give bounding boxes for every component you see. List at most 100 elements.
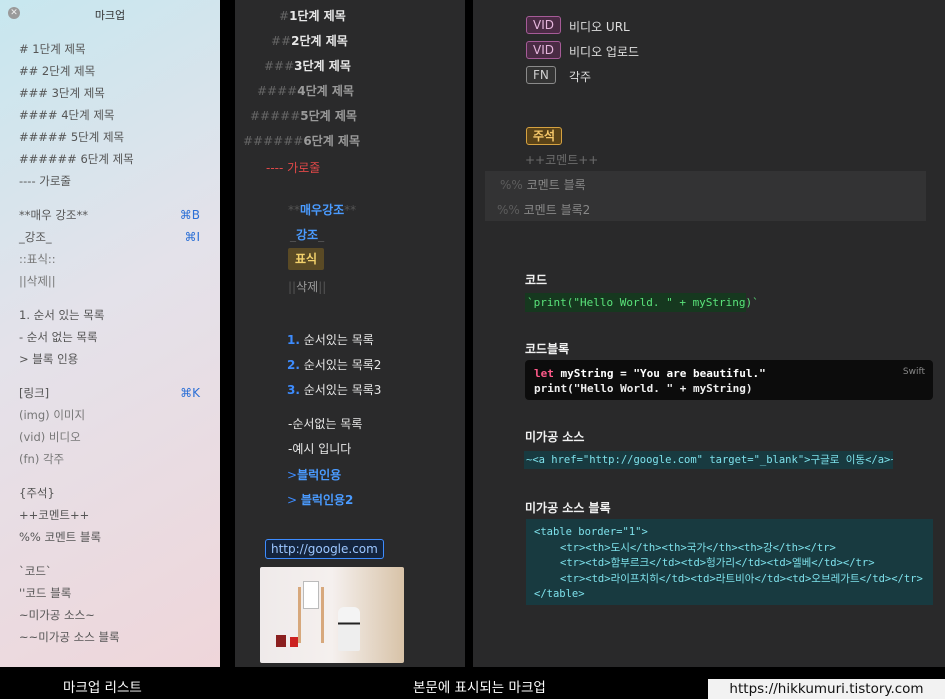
heading-text: 2단계 제목 <box>291 34 348 48</box>
sidebar-item-label: {주석} <box>19 486 55 500</box>
heading-text: 6단계 제목 <box>303 134 361 148</box>
sidebar-item-label: ~~미가공 소스 블록 <box>19 630 120 644</box>
sidebar-item-mark[interactable]: ::표식:: <box>19 251 204 267</box>
sidebar-item-label: (img) 이미지 <box>19 408 86 422</box>
blockquote-1: >블럭인용 <box>287 468 342 482</box>
annotation-tag[interactable]: 주석 <box>526 127 563 145</box>
heading-text: 5단계 제목 <box>300 109 357 123</box>
quote-text: 블럭인용 <box>297 468 342 482</box>
em-preview: _강조_ <box>290 228 325 242</box>
sidebar-item-raw[interactable]: ~미가공 소스~ <box>19 607 204 623</box>
comment-block-1: %% 코멘트 블록 <box>500 176 586 193</box>
hr-text: 가로줄 <box>287 161 321 175</box>
sidebar-item-h6[interactable]: ###### 6단계 제목 <box>19 151 204 167</box>
sidebar-item-ordered-list[interactable]: 1. 순서 있는 목록 <box>19 307 204 323</box>
code-keyword: let <box>534 367 554 380</box>
sidebar-item-h5[interactable]: ##### 5단계 제목 <box>19 129 204 145</box>
video-upload-label: 비디오 업로드 <box>569 45 640 59</box>
source-url: https://hikkumuri.tistory.com <box>708 679 945 699</box>
raw-line: </table> <box>534 588 585 600</box>
sidebar-item-label: [링크] <box>19 386 50 400</box>
raw-inline: ~<a href="http://google.com" target="_bl… <box>524 451 893 469</box>
sidebar-item-label: ++코멘트++ <box>19 508 90 522</box>
sidebar-item-hr[interactable]: ---- 가로줄 <box>19 173 204 189</box>
sidebar-item-image[interactable]: (img) 이미지 <box>19 407 204 423</box>
strong-text: 매우강조 <box>300 203 345 217</box>
del-text: 삭제 <box>296 280 319 294</box>
sidebar-item-comment-block[interactable]: %% 코멘트 블록 <box>19 529 204 545</box>
heading-marker: ## <box>271 34 292 48</box>
horizontal-rule-preview: ---- 가로줄 <box>266 159 320 176</box>
shortcut-label: ⌘K <box>180 386 200 400</box>
comment-inline: ++코멘트++ <box>525 153 599 167</box>
quote-text: 블럭인용2 <box>300 493 354 507</box>
vid-tag[interactable]: VID <box>526 16 561 34</box>
heading-2: ##2단계 제목 <box>271 32 348 50</box>
sidebar-item-label: ::표식:: <box>19 252 56 266</box>
list-number: 1. <box>287 333 300 347</box>
heading-text: 1단계 제목 <box>289 9 346 23</box>
sidebar-item-code[interactable]: `코드` <box>19 563 204 579</box>
sidebar-item-label: ''코드 블록 <box>19 586 72 600</box>
sidebar-item-label: #### 4단계 제목 <box>19 108 115 122</box>
list-text: 순서있는 목록 <box>303 333 374 347</box>
sidebar-item-h2[interactable]: ## 2단계 제목 <box>19 63 204 79</box>
ordered-item-1: 1. 순서있는 목록 <box>287 331 374 348</box>
sidebar-item-h4[interactable]: #### 4단계 제목 <box>19 107 204 123</box>
unordered-item-2: -예시 입니다 <box>288 442 352 456</box>
raw-block: <table border="1"> <tr><th>도시</th><th>국가… <box>526 519 933 605</box>
paint-bucket-shape <box>290 637 298 647</box>
sidebar-item-annotation[interactable]: {주석} <box>19 485 204 501</box>
sidebar-item-h3[interactable]: ### 3단계 제목 <box>19 85 204 101</box>
raw-line: <tr><td>함부르크</td><td>헝가리</td><td>엘베</td>… <box>560 557 875 569</box>
sidebar-item-label: _강조_ <box>19 230 52 244</box>
blockquote-2: > 블럭인용2 <box>287 493 354 507</box>
strong-preview: **매우강조** <box>288 203 357 217</box>
heading-text: 3단계 제목 <box>294 59 351 73</box>
code-label: 코드 <box>525 273 548 287</box>
unordered-item-1: -순서없는 목록 <box>288 417 363 431</box>
sidebar-item-label: - 순서 없는 목록 <box>19 330 98 344</box>
heading-marker: #### <box>257 84 298 98</box>
video-url-label: 비디오 URL <box>569 20 630 34</box>
heading-marker: # <box>279 9 290 23</box>
sidebar-item-code-block[interactable]: ''코드 블록 <box>19 585 204 601</box>
sidebar-item-label: **매우 강조** <box>19 208 88 222</box>
sidebar-item-footnote[interactable]: (fn) 각주 <box>19 451 204 467</box>
heading-5: #####5단계 제목 <box>250 107 357 125</box>
sidebar-item-label: > 블록 인용 <box>19 352 79 366</box>
sidebar-item-strong[interactable]: **매우 강조** ⌘B <box>19 207 204 223</box>
link-preview[interactable]: http://google.com <box>265 539 384 559</box>
code-line: let myString = "You are beautiful." <box>534 366 924 381</box>
sidebar-item-label: 1. 순서 있는 목록 <box>19 308 105 322</box>
heading-text: 4단계 제목 <box>297 84 354 98</box>
heading-marker: ##### <box>250 109 301 123</box>
sidebar-item-em[interactable]: _강조_ ⌘I <box>19 229 204 245</box>
raw-line: <tr><th>도시</th><th>국가</th><th>강</th></tr… <box>560 541 836 554</box>
paint-bucket-shape <box>276 635 286 647</box>
heading-4: ####4단계 제목 <box>257 82 354 100</box>
footnote-label: 각주 <box>569 70 592 84</box>
image-preview[interactable] <box>260 567 404 663</box>
sidebar-item-blockquote[interactable]: > 블록 인용 <box>19 351 204 367</box>
sidebar-item-video[interactable]: (vid) 비디오 <box>19 429 204 445</box>
comment-text: 코멘트 블록2 <box>523 203 591 217</box>
sidebar-item-comment[interactable]: ++코멘트++ <box>19 507 204 523</box>
sidebar-item-label: `코드` <box>19 564 52 578</box>
vid-tag[interactable]: VID <box>526 41 561 59</box>
sidebar-item-link[interactable]: [링크] ⌘K <box>19 385 204 401</box>
sidebar-item-unordered-list[interactable]: - 순서 없는 목록 <box>19 329 204 345</box>
sidebar-item-del[interactable]: ||삭제|| <box>19 273 204 289</box>
fn-tag[interactable]: FN <box>526 66 556 84</box>
heading-marker: ### <box>264 59 295 73</box>
code-line: print("Hello World. " + myString) <box>534 382 753 395</box>
del-preview: ||삭제|| <box>288 280 327 294</box>
sidebar-item-label: (vid) 비디오 <box>19 430 81 444</box>
sidebar-item-raw-block[interactable]: ~~미가공 소스 블록 <box>19 629 204 645</box>
heading-3: ###3단계 제목 <box>264 57 351 75</box>
comment-marker: %% <box>497 203 520 217</box>
sidebar-item-h1[interactable]: # 1단계 제목 <box>19 41 204 57</box>
canvas-shape <box>303 581 319 609</box>
sidebar-item-label: ||삭제|| <box>19 274 56 288</box>
sidebar-item-label: ~미가공 소스~ <box>19 608 95 622</box>
